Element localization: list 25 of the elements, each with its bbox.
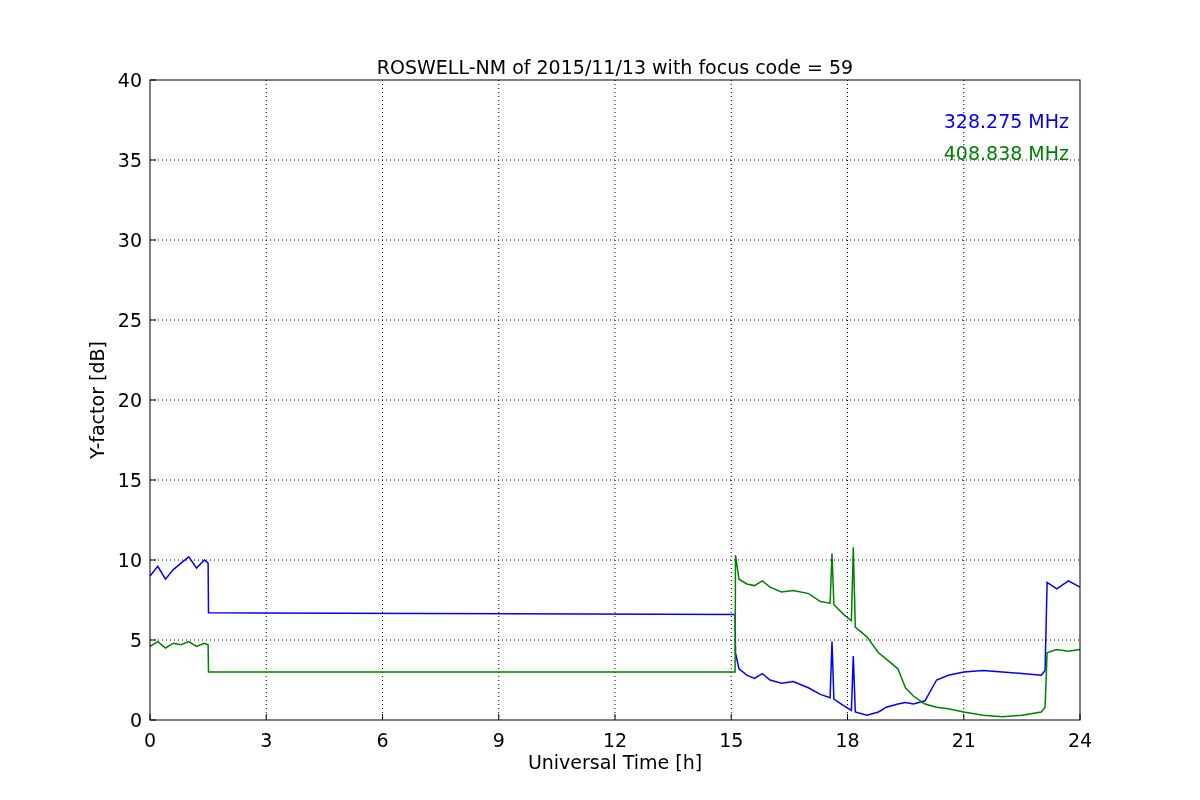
tick-label: 9: [492, 729, 505, 751]
tick-label: 15: [117, 469, 142, 491]
legend-label: 328.275 MHz: [943, 110, 1069, 132]
tick-label: 25: [117, 309, 142, 331]
tick-label: 21: [951, 729, 976, 751]
tick-mark: [1079, 713, 1081, 721]
tick-label: 6: [376, 729, 389, 751]
axis-label: Universal Time [h]: [527, 751, 703, 773]
tick-label: 3: [260, 729, 273, 751]
tick-label: 24: [1067, 729, 1093, 751]
tick-label: 10: [117, 549, 142, 571]
tick-label: 18: [835, 729, 860, 751]
tick-label: 5: [129, 629, 142, 651]
chart-title: ROSWELL-NM of 2015/11/13 with focus code = 59: [376, 56, 854, 78]
tick-label: 20: [117, 389, 142, 411]
tick-label: 12: [602, 729, 628, 751]
tick-label: 35: [117, 149, 142, 171]
tick-label: 30: [117, 229, 142, 251]
tick-label: 15: [719, 729, 744, 751]
tick-label: 0: [143, 729, 157, 751]
legend-label: 408.838 MHz: [943, 142, 1069, 164]
tick-mark: [963, 713, 965, 721]
axis-label: Y-factor [dB]: [86, 341, 108, 459]
tick-label: 0: [129, 709, 142, 731]
tick-label: 40: [117, 69, 142, 91]
